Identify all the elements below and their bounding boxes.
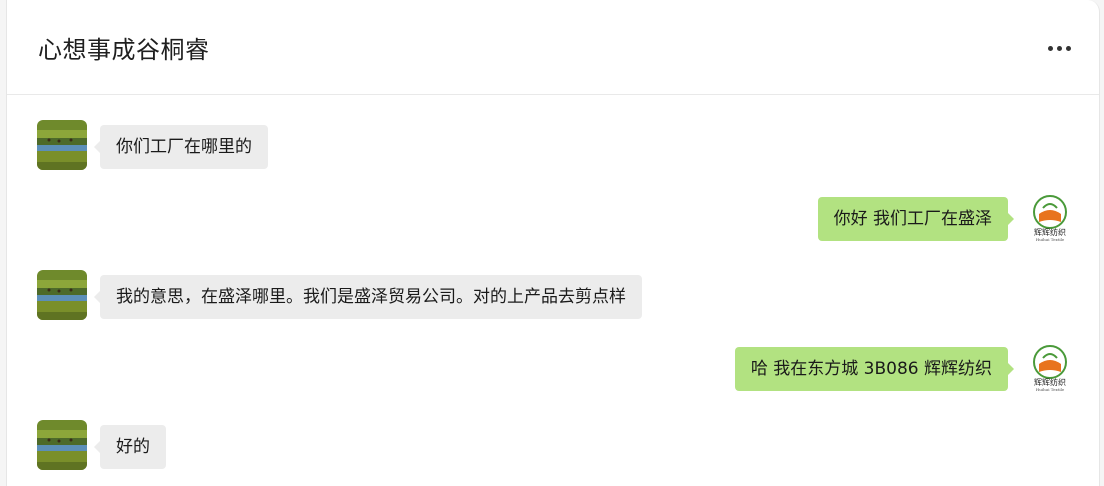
contact-avatar[interactable] [37,120,87,170]
message-row: 你们工厂在哪里的 [7,120,1099,172]
sender-avatar[interactable]: 辉辉纺织 Huihui Textile [1025,192,1075,242]
message-bubble[interactable]: 哈 我在东方城 3B086 辉辉纺织 [734,347,1015,391]
huihui-textile-logo-icon: 辉辉纺织 Huihui Textile [1033,195,1067,242]
message-bubble[interactable]: 我的意思，在盛泽哪里。我们是盛泽贸易公司。对的上产品去剪点样 [94,275,642,319]
chat-panel: 心想事成谷桐睿 你们工厂在哪里的 你好 我们工厂在盛泽 辉辉纺织 Huihui … [6,0,1100,486]
more-dot [1056,45,1062,51]
chat-title: 心想事成谷桐睿 [38,36,210,64]
more-horizontal-icon [1047,45,1053,51]
message-bubble[interactable]: 你好 我们工厂在盛泽 [817,197,1015,241]
contact-avatar[interactable] [37,420,87,470]
sender-avatar[interactable]: 辉辉纺织 Huihui Textile [1025,342,1075,392]
huihui-textile-logo-icon: 辉辉纺织 Huihui Textile [1033,345,1067,392]
logo-script: Huihui Textile [1036,237,1065,242]
landscape-avatar-image [37,270,87,320]
logo-name: 辉辉纺织 [1034,227,1066,237]
landscape-avatar-image [37,120,87,170]
chat-header: 心想事成谷桐睿 [7,0,1099,95]
logo-script: Huihui Textile [1036,387,1065,392]
message-row: 你好 我们工厂在盛泽 辉辉纺织 Huihui Textile [7,192,1099,244]
message-bubble[interactable]: 你们工厂在哪里的 [94,125,268,169]
message-row: 好的 [7,420,1099,472]
contact-avatar[interactable] [37,270,87,320]
more-options-button[interactable] [1041,34,1077,62]
message-row: 我的意思，在盛泽哪里。我们是盛泽贸易公司。对的上产品去剪点样 [7,270,1099,322]
landscape-avatar-image [37,420,87,470]
message-row: 哈 我在东方城 3B086 辉辉纺织 辉辉纺织 Huihui Textile [7,342,1099,394]
logo-name: 辉辉纺织 [1034,377,1066,387]
message-bubble[interactable]: 好的 [94,425,166,469]
more-dot [1065,45,1071,51]
